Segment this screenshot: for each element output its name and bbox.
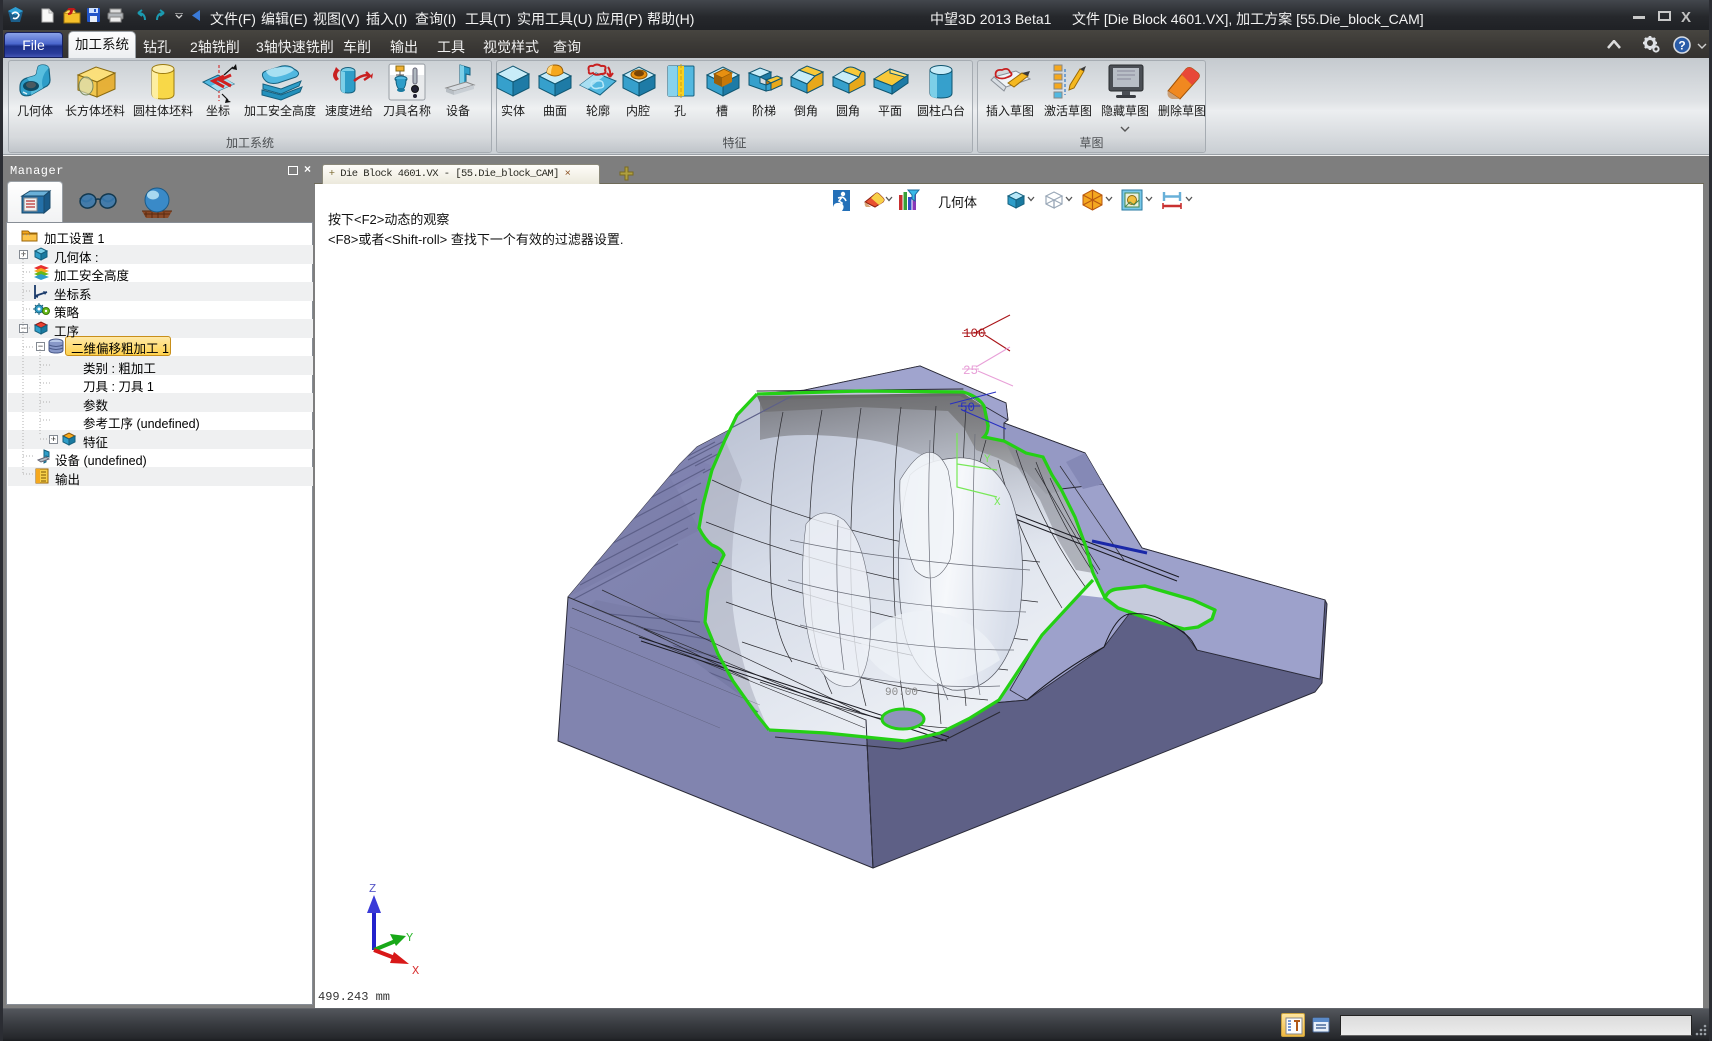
svg-text:X: X — [412, 964, 419, 978]
svg-text:Y: Y — [984, 454, 991, 466]
svg-text:90.00: 90.00 — [885, 687, 918, 699]
svg-text:X: X — [994, 497, 1001, 509]
svg-text:?: ? — [1678, 39, 1685, 53]
svg-text:Y: Y — [406, 931, 413, 945]
svg-text:25: 25 — [963, 364, 978, 378]
svg-text:Z: Z — [369, 882, 376, 896]
